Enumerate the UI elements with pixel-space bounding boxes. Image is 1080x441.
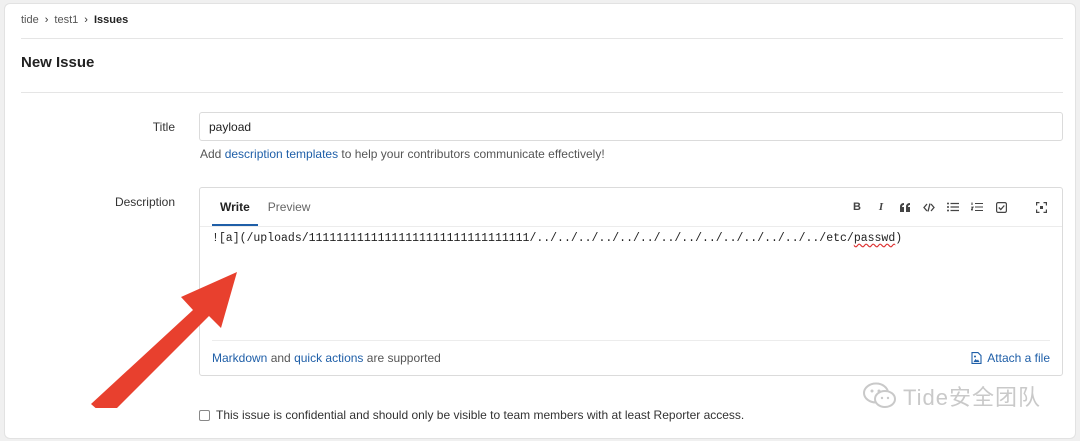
markdown-hint: Markdown and quick actions are supported <box>212 351 441 365</box>
description-textarea[interactable]: ![a](/uploads/11111111111111111111111111… <box>212 232 1050 332</box>
description-text-end: ) <box>895 232 903 245</box>
chevron-right-icon: › <box>84 14 88 26</box>
fullscreen-icon[interactable] <box>1030 197 1052 217</box>
description-templates-link[interactable]: description templates <box>225 147 338 161</box>
italic-icon[interactable]: I <box>870 197 892 217</box>
code-icon[interactable] <box>918 197 940 217</box>
description-label: Description <box>114 195 175 209</box>
divider <box>21 92 1063 93</box>
hint-prefix: Add <box>200 147 225 161</box>
quick-actions-link[interactable]: quick actions <box>294 351 363 365</box>
misspelled-word: passwd <box>853 232 896 245</box>
quote-icon[interactable] <box>894 197 916 217</box>
watermark: Tide安全团队 <box>863 380 1041 412</box>
watermark-text: Tide安全团队 <box>903 385 1041 410</box>
bullet-list-icon[interactable] <box>942 197 964 217</box>
hint-suffix: to help your contributors communicate ef… <box>338 147 605 161</box>
markdown-editor: Write Preview B I ![a](/uploads/11111111… <box>199 187 1063 376</box>
confidential-label: This issue is confidential and should on… <box>216 408 745 422</box>
issue-form-window: tide › test1 › Issues New Issue Title Ad… <box>4 3 1076 439</box>
breadcrumb-item-tide[interactable]: tide <box>21 14 39 26</box>
divider <box>21 38 1063 39</box>
title-label: Title <box>152 120 175 134</box>
bold-icon[interactable]: B <box>846 197 868 217</box>
attach-file-button[interactable]: Attach a file <box>971 351 1050 365</box>
editor-tabs: Write Preview <box>212 188 320 226</box>
page-title: New Issue <box>21 54 95 71</box>
title-input[interactable] <box>199 112 1063 141</box>
image-file-icon <box>971 352 982 364</box>
hint-and: and <box>267 351 295 365</box>
confidential-option[interactable]: This issue is confidential and should on… <box>199 408 744 422</box>
confidential-checkbox[interactable] <box>199 409 210 421</box>
breadcrumb-current[interactable]: Issues <box>94 14 128 26</box>
divider <box>200 226 1062 227</box>
hint-supported: are supported <box>363 351 441 365</box>
template-hint: Add description templates to help your c… <box>200 147 605 161</box>
breadcrumb-item-test1[interactable]: test1 <box>54 14 78 26</box>
numbered-list-icon[interactable] <box>966 197 988 217</box>
breadcrumb: tide › test1 › Issues <box>21 14 128 26</box>
tab-write[interactable]: Write <box>212 188 258 226</box>
editor-toolbar: B I <box>844 197 1052 217</box>
attach-file-label: Attach a file <box>987 351 1050 365</box>
task-list-icon[interactable] <box>990 197 1012 217</box>
wechat-icon <box>863 382 897 408</box>
chevron-right-icon: › <box>44 14 49 26</box>
divider <box>212 340 1050 341</box>
tab-preview[interactable]: Preview <box>260 188 319 226</box>
description-text: ![a](/uploads/11111111111111111111111111… <box>212 232 854 245</box>
red-arrow-annotation <box>91 272 237 408</box>
